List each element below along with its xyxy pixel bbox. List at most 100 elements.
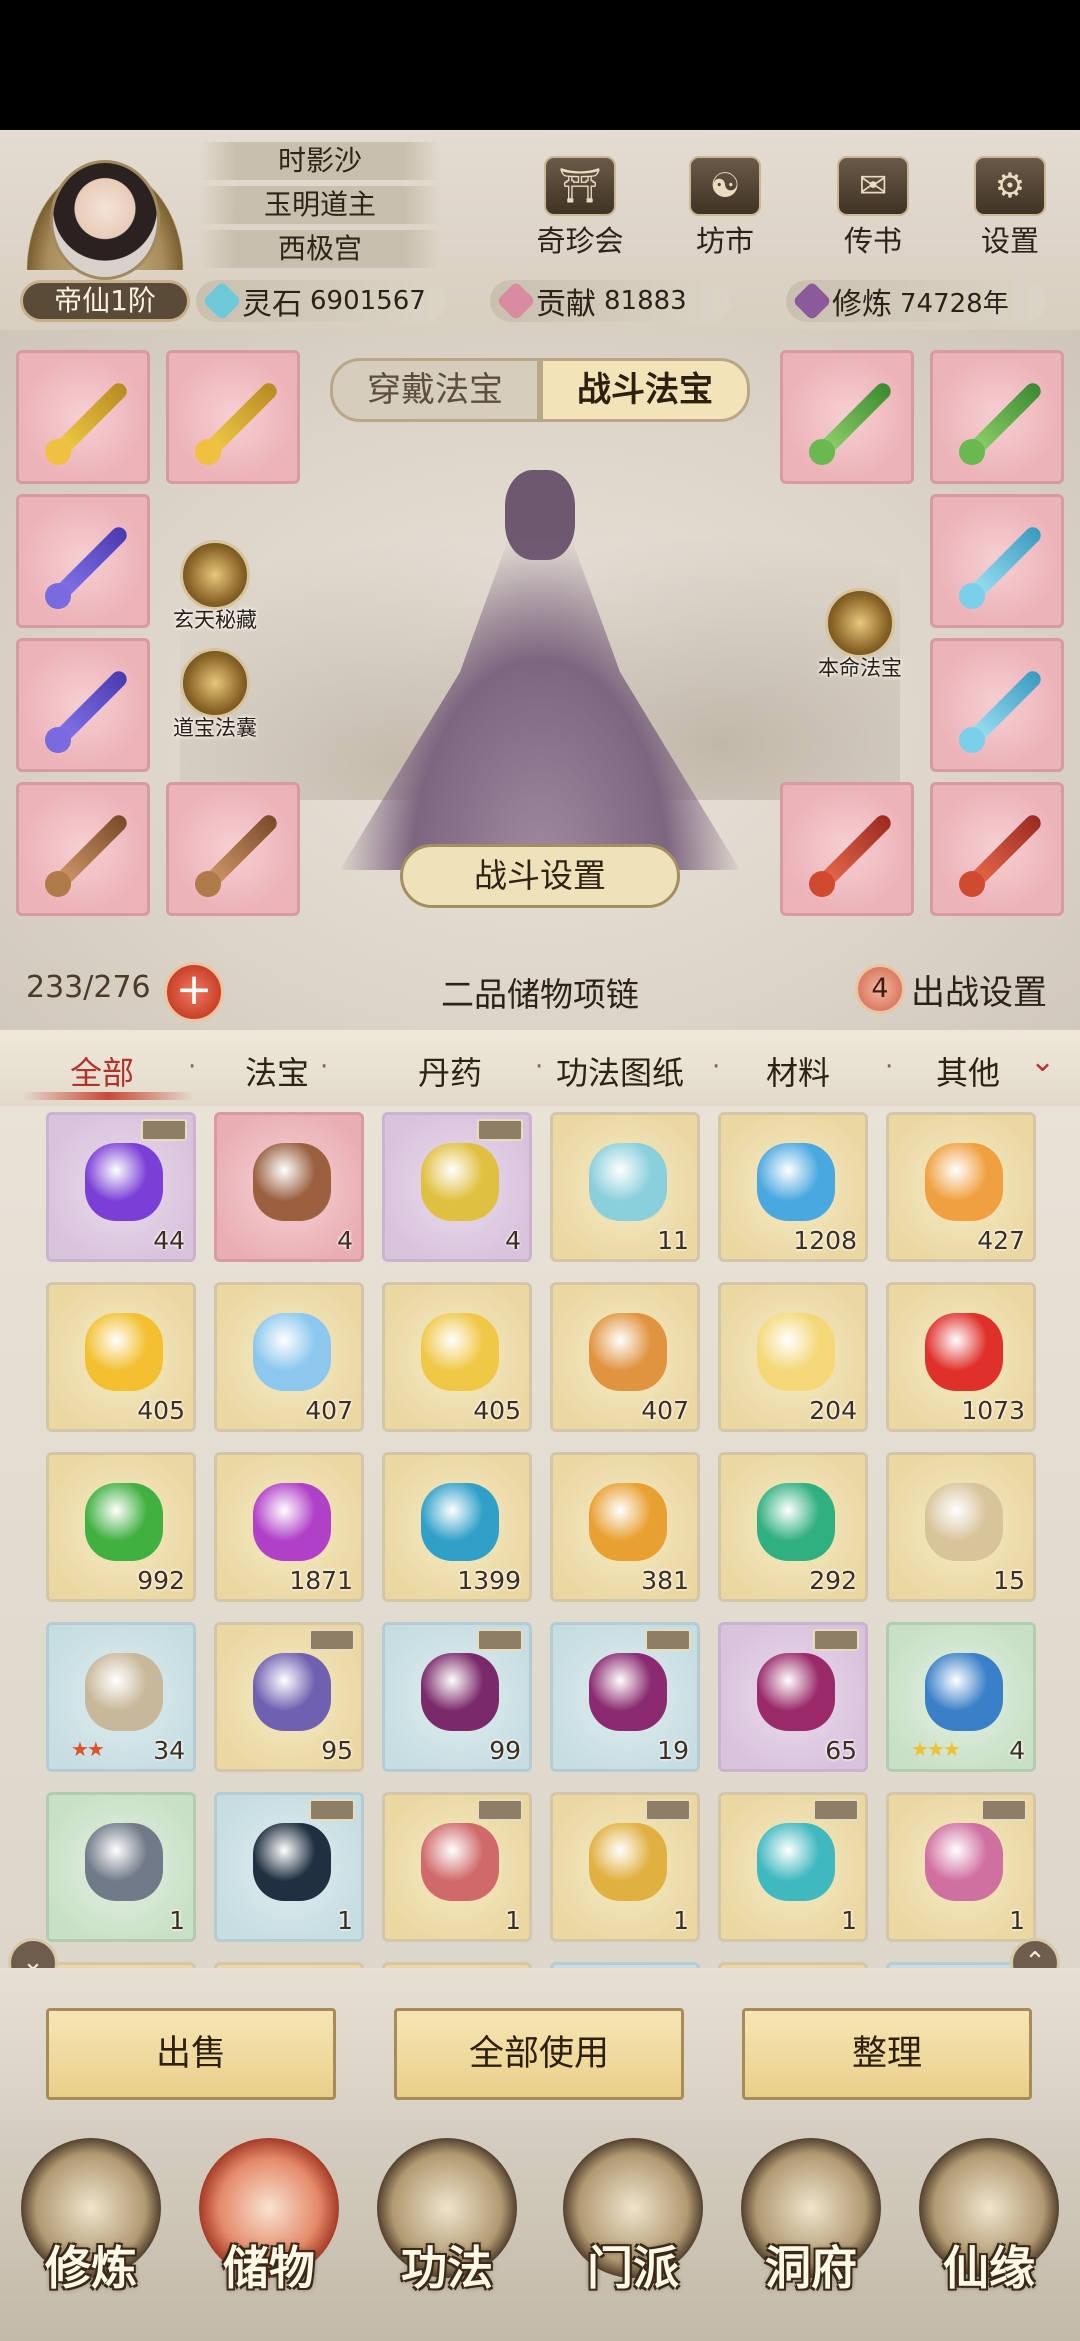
inventory-item[interactable]: 407	[550, 1282, 700, 1432]
treasure-slot[interactable]	[930, 638, 1064, 772]
contribution-counter[interactable]: 贡献 81883	[490, 280, 730, 322]
organize-button[interactable]: 整理	[742, 2008, 1032, 2100]
inventory-item[interactable]: 1	[382, 1792, 532, 1942]
spirit-stone-label: 灵石	[242, 287, 302, 322]
inventory-item[interactable]: 44	[46, 1112, 196, 1262]
treasure-slot[interactable]	[16, 782, 150, 916]
inventory-item[interactable]: 292	[718, 1452, 868, 1602]
nav-cultivate[interactable]: 修炼	[6, 2130, 176, 2330]
inventory-item[interactable]: 405	[382, 1282, 532, 1432]
treasure-slot[interactable]	[16, 638, 150, 772]
inventory-item[interactable]: 407	[214, 1282, 364, 1432]
spirit-stone-counter[interactable]: 灵石 6901567	[196, 280, 446, 322]
natal-treasure-button[interactable]: 本命法宝	[800, 588, 920, 682]
inventory-item[interactable]: 204	[718, 1282, 868, 1432]
tab-pills[interactable]: 丹药	[418, 1048, 482, 1094]
avatar-block[interactable]: 帝仙1阶	[14, 140, 196, 322]
inventory-item[interactable]: 1073	[886, 1282, 1036, 1432]
use-all-button[interactable]: 全部使用	[394, 2008, 684, 2100]
inventory-item[interactable]: 427	[886, 1112, 1036, 1262]
inventory-item[interactable]: 1	[886, 1792, 1036, 1942]
inventory-item[interactable]: 4	[214, 1112, 364, 1262]
item-icon	[421, 1313, 499, 1391]
deploy-settings-label: 出战设置	[911, 972, 1047, 1013]
sell-button[interactable]: 出售	[46, 2008, 336, 2100]
item-quantity: 4	[337, 1226, 353, 1255]
treasure-slot[interactable]	[780, 350, 914, 484]
item-icon	[421, 1823, 499, 1901]
letter-button[interactable]: ✉ 传书	[818, 156, 928, 260]
inventory-item[interactable]: ★★ 34	[46, 1622, 196, 1772]
tab-treasure[interactable]: 法宝	[245, 1048, 309, 1094]
nav-technique-label: 功法	[401, 2241, 493, 2295]
nav-storage-label: 储物	[223, 2241, 315, 2295]
inventory-item[interactable]: 19	[550, 1622, 700, 1772]
active-tab-indicator	[22, 1092, 194, 1100]
nav-technique[interactable]: 功法	[362, 2130, 532, 2330]
item-stars: ★★	[71, 1737, 105, 1761]
expand-capacity-button[interactable]: +	[164, 962, 224, 1022]
daobao-pouch-icon	[180, 648, 250, 718]
inventory-item[interactable]: 65	[718, 1622, 868, 1772]
item-icon	[421, 1143, 499, 1221]
treasure-slot[interactable]	[16, 350, 150, 484]
treasure-pavilion-button[interactable]: ⛩ 奇珍会	[525, 156, 635, 260]
inventory-item[interactable]: 405	[46, 1282, 196, 1432]
tab-technique-blueprints[interactable]: 功法图纸	[556, 1048, 684, 1094]
bound-tag-icon	[309, 1799, 355, 1821]
inventory-item[interactable]: 381	[550, 1452, 700, 1602]
avatar[interactable]	[50, 160, 160, 280]
settings-button[interactable]: ⚙ 设置	[955, 156, 1065, 260]
item-quantity: 407	[305, 1396, 353, 1425]
inventory-item[interactable]: 99	[382, 1622, 532, 1772]
treasure-slot[interactable]	[930, 782, 1064, 916]
tab-wear-treasure[interactable]: 穿戴法宝	[330, 358, 540, 422]
treasure-slot[interactable]	[166, 350, 300, 484]
deploy-settings-button[interactable]: 4 出战设置	[855, 964, 1047, 1014]
nav-immortal-fate[interactable]: 仙缘	[904, 2130, 1074, 2330]
inventory-item[interactable]: 1	[550, 1792, 700, 1942]
item-quantity: 1208	[793, 1226, 857, 1255]
sword-hilt	[959, 727, 985, 753]
rank-badge: 帝仙1阶	[20, 280, 190, 322]
chevron-down-icon[interactable]: ⌄	[1030, 1044, 1055, 1079]
cultivation-counter[interactable]: 修炼 74728年	[786, 280, 1046, 322]
inventory-item[interactable]: 1208	[718, 1112, 868, 1262]
item-icon	[925, 1143, 1003, 1221]
inventory-item[interactable]: 15	[886, 1452, 1036, 1602]
tab-materials[interactable]: 材料	[766, 1048, 830, 1094]
battle-settings-button[interactable]: 战斗设置	[400, 844, 680, 908]
item-icon	[757, 1483, 835, 1561]
treasure-slot[interactable]	[930, 494, 1064, 628]
treasure-slot[interactable]	[166, 782, 300, 916]
inventory-item[interactable]: 1399	[382, 1452, 532, 1602]
item-icon	[85, 1483, 163, 1561]
inventory-item[interactable]: 992	[46, 1452, 196, 1602]
inventory-item[interactable]: 4	[382, 1112, 532, 1262]
treasure-slot[interactable]	[780, 782, 914, 916]
tab-all[interactable]: 全部	[70, 1048, 134, 1094]
inventory-item[interactable]: 11	[550, 1112, 700, 1262]
nav-storage[interactable]: 储物	[184, 2130, 354, 2330]
inventory-item[interactable]: 95	[214, 1622, 364, 1772]
tab-separator: ·	[712, 1052, 721, 1082]
inventory-item[interactable]: 1	[46, 1792, 196, 1942]
nav-sect[interactable]: 门派	[548, 2130, 718, 2330]
item-icon	[925, 1483, 1003, 1561]
xuantian-vault-button[interactable]: 玄天秘藏	[155, 540, 275, 634]
settings-label: 设置	[980, 224, 1039, 258]
treasure-slot[interactable]	[930, 350, 1064, 484]
item-quantity: 427	[977, 1226, 1025, 1255]
tab-other[interactable]: 其他	[936, 1048, 1000, 1094]
tab-battle-treasure[interactable]: 战斗法宝	[540, 358, 750, 422]
daobao-pouch-button[interactable]: 道宝法囊	[155, 648, 275, 742]
inventory-item[interactable]: ★★★ 4	[886, 1622, 1036, 1772]
inventory-item[interactable]: 1	[214, 1792, 364, 1942]
market-button[interactable]: ☯ 坊市	[670, 156, 780, 260]
nav-cave[interactable]: 洞府	[726, 2130, 896, 2330]
item-quantity: 204	[809, 1396, 857, 1425]
bottom-nav: 修炼 储物 功法 门派 洞府 仙缘	[0, 2120, 1080, 2341]
inventory-item[interactable]: 1	[718, 1792, 868, 1942]
treasure-slot[interactable]	[16, 494, 150, 628]
inventory-item[interactable]: 1871	[214, 1452, 364, 1602]
